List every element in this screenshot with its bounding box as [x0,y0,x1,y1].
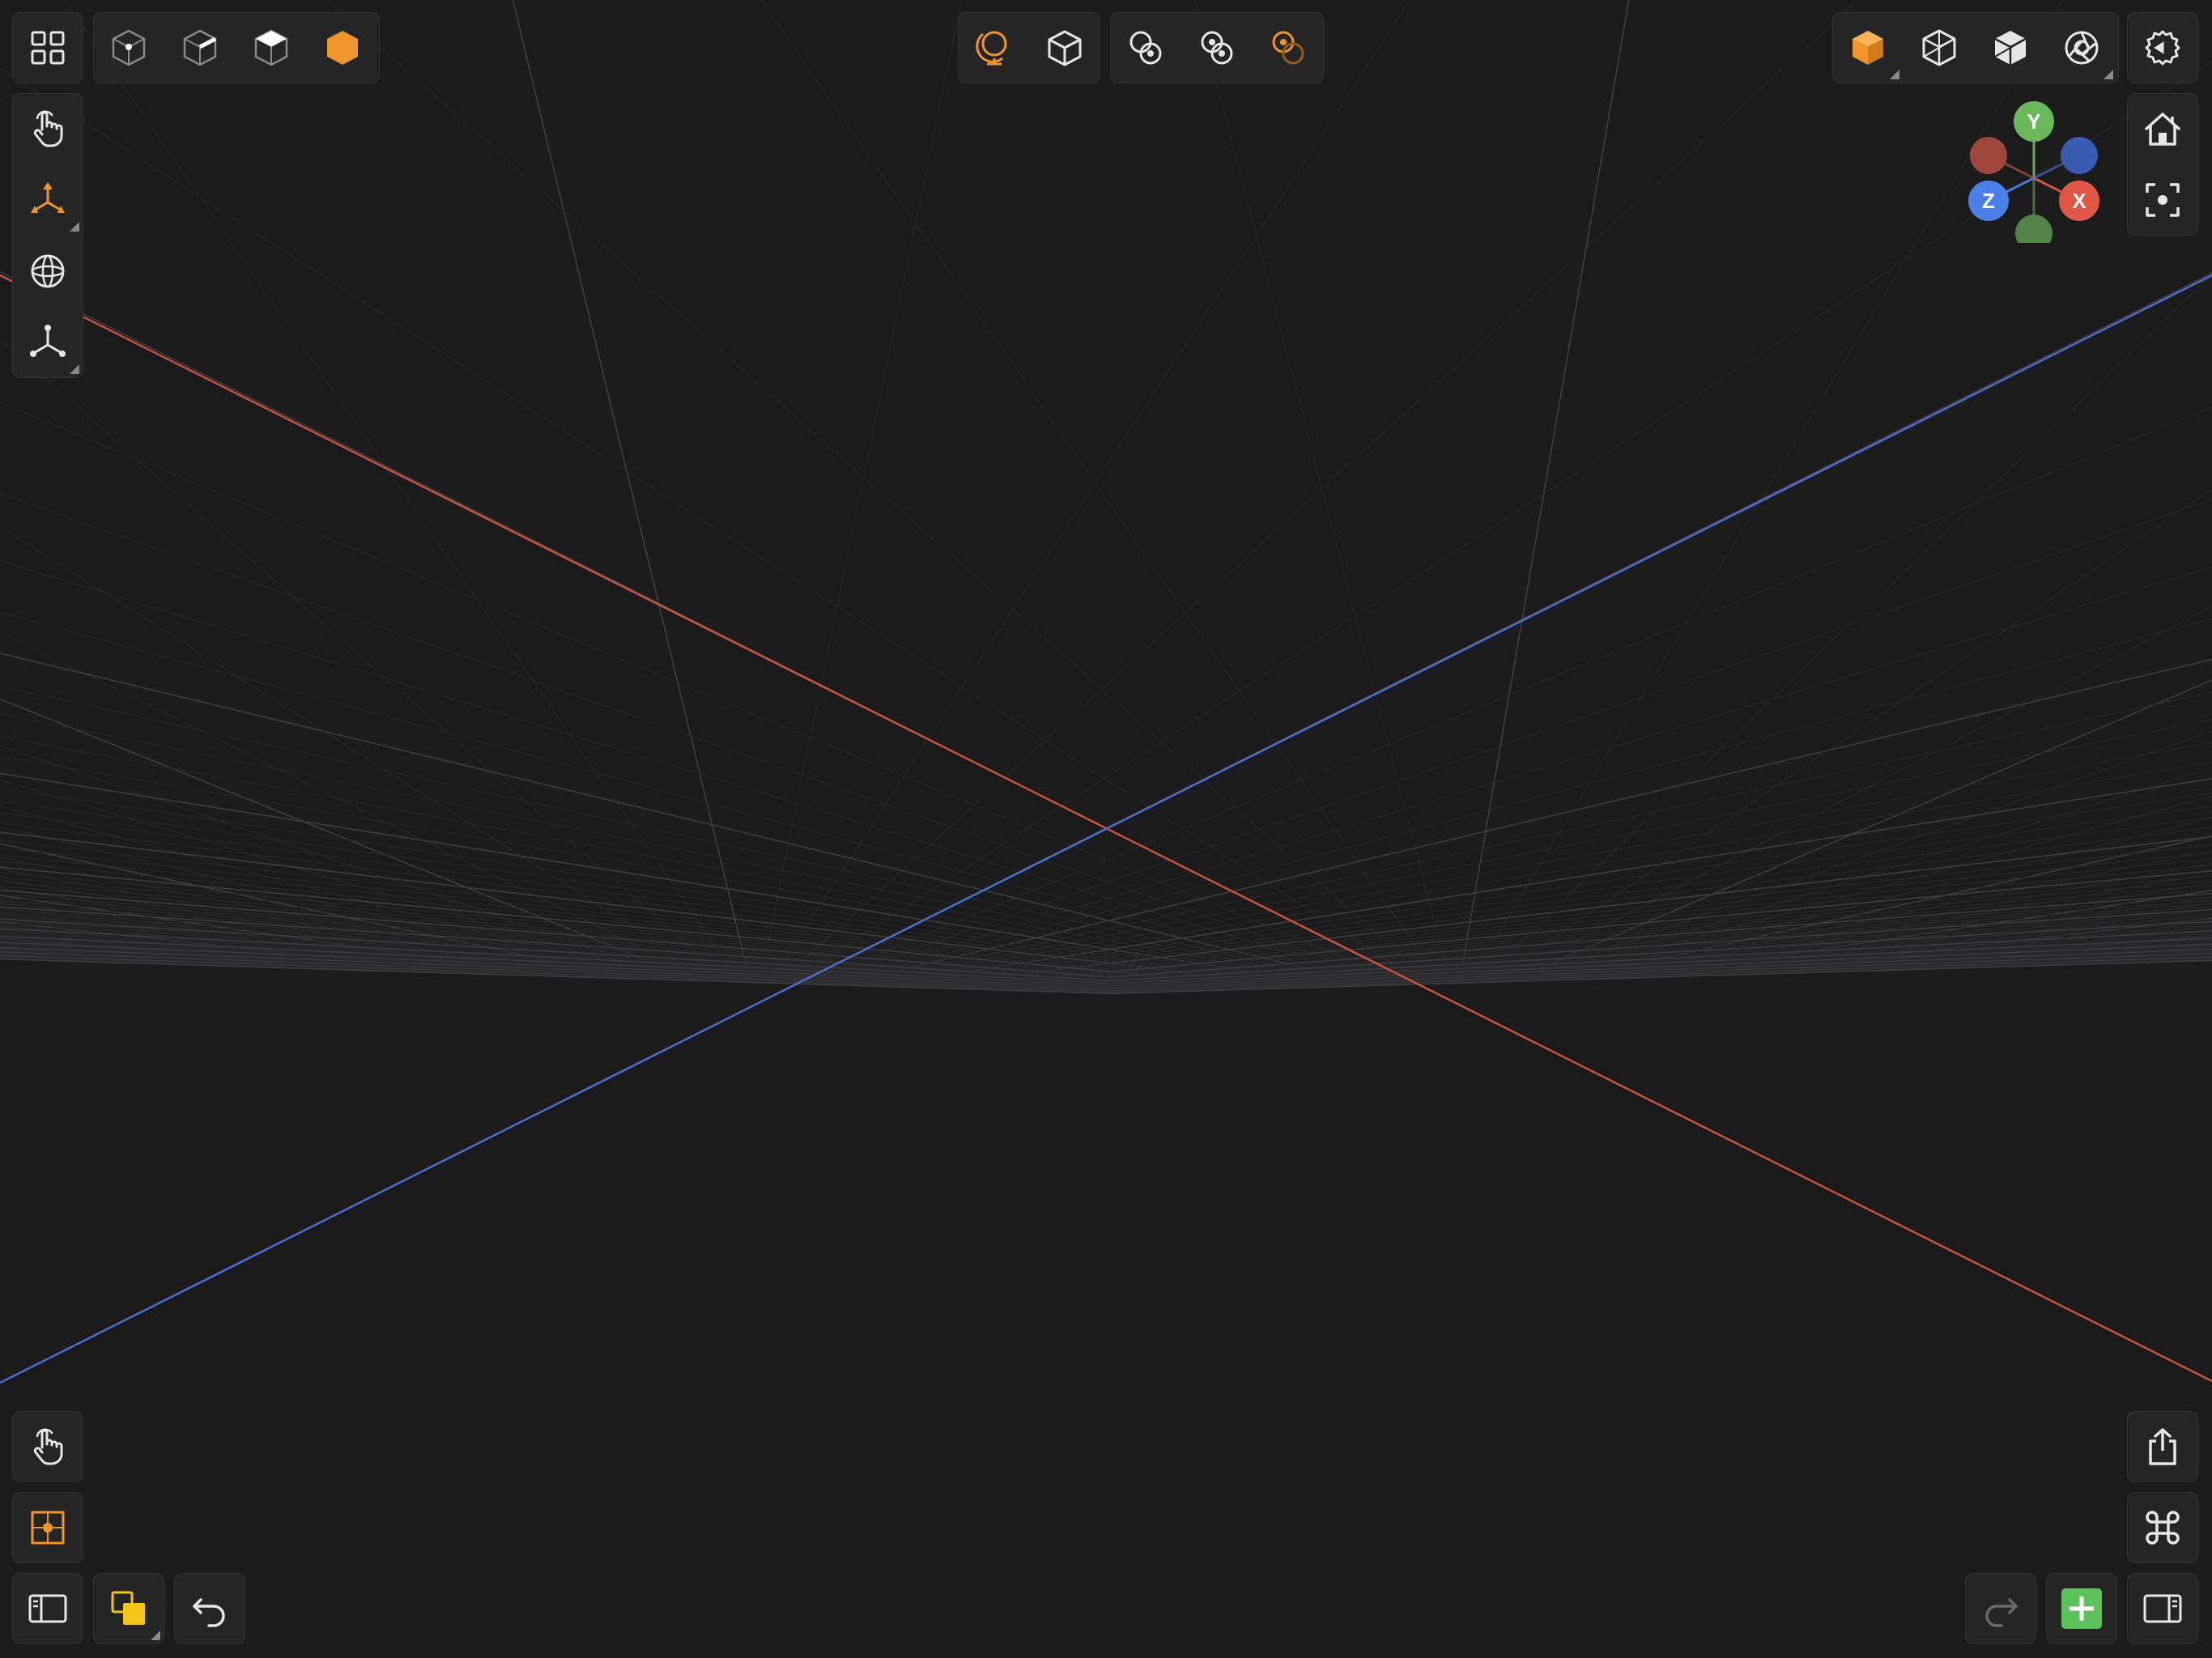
submenu-indicator [1890,70,1899,79]
pivot-median-button[interactable] [1181,12,1253,83]
bottom-hand-tool-button[interactable] [12,1411,83,1482]
sphere-tool-button[interactable] [12,236,83,307]
object-mode-icon [327,31,358,65]
sphere-tool-icon [31,254,65,288]
pivot-individual-icon [1129,31,1162,65]
gizmo-neg-x-handle[interactable] [1970,137,2007,174]
pivot-active-icon [1272,31,1304,65]
wireframe-shading-button[interactable] [1904,12,1975,83]
hand-tool-icon [33,110,63,147]
grid-lines [0,0,2212,994]
pivot-active-button[interactable] [1253,12,1324,83]
render-shading-icon [2065,31,2099,65]
wireframe-shading-icon [1922,29,1956,66]
pivot-individual-button[interactable] [1110,12,1181,83]
toggle-right-sidebar-button[interactable] [2127,1573,2198,1644]
settings-button[interactable] [2127,12,2198,83]
command-button[interactable] [2127,1492,2198,1563]
snap-icon [31,1511,65,1545]
hand-tool-icon [33,1428,63,1465]
edge-mode-button[interactable] [164,12,236,83]
add-button[interactable] [2046,1573,2117,1644]
focus-button[interactable] [2127,164,2198,236]
share-icon [2149,1428,2176,1465]
grid-menu-button[interactable] [12,12,83,83]
transform-tool-button[interactable] [12,164,83,236]
share-button[interactable] [2127,1411,2198,1482]
undo-icon [193,1598,225,1627]
toggle-left-sidebar-button[interactable] [12,1573,83,1644]
gizmo-neg-z-handle[interactable] [2061,137,2098,174]
globe-view-button[interactable] [958,12,1029,83]
globe-view-icon [976,31,1007,66]
navigation-gizmo[interactable]: Y Z X [1961,97,2107,243]
snap-button[interactable] [12,1492,83,1563]
home-icon [2145,113,2180,146]
vertex-mode-icon [112,29,146,66]
pivot-median-icon [1201,31,1233,65]
vertex-mode-button[interactable] [93,12,164,83]
axes-tool-icon [30,325,66,357]
gizmo-neg-y-handle[interactable] [2015,215,2052,243]
command-icon [2146,1511,2180,1545]
face-mode-icon [254,29,288,66]
layers-icon [111,1591,145,1625]
solid-shading-icon [1853,31,1883,65]
xray-shading-icon [1994,31,2027,65]
solid-shading-button[interactable] [1832,12,1904,83]
hand-tool-button[interactable] [12,93,83,164]
submenu-indicator [70,222,79,232]
redo-icon [1985,1598,2018,1627]
cube-view-icon [1048,30,1082,66]
axes-tool-button[interactable] [12,307,83,378]
xray-shading-button[interactable] [1975,12,2046,83]
object-mode-button[interactable] [307,12,378,83]
layers-button[interactable] [93,1573,164,1644]
gizmo-x-label: X [2072,189,2087,213]
gizmo-y-label: Y [2027,109,2040,134]
sidebar-left-icon [28,1594,67,1623]
submenu-indicator [151,1630,160,1640]
viewport-grid[interactable] [0,0,2212,1658]
edge-mode-icon [183,29,217,66]
gizmo-z-label: Z [1982,189,1995,213]
add-icon [2061,1588,2102,1629]
transform-tool-icon [31,182,65,213]
cube-view-button[interactable] [1029,12,1100,83]
grid-menu-icon [31,31,65,65]
render-shading-button[interactable] [2046,12,2117,83]
submenu-indicator [2104,70,2113,79]
home-view-button[interactable] [2127,93,2198,164]
face-mode-button[interactable] [236,12,307,83]
undo-button[interactable] [174,1573,245,1644]
gear-icon [2145,30,2180,66]
sidebar-right-icon [2143,1594,2182,1623]
submenu-indicator [70,364,79,374]
focus-icon [2146,183,2180,217]
redo-button[interactable] [1965,1573,2036,1644]
